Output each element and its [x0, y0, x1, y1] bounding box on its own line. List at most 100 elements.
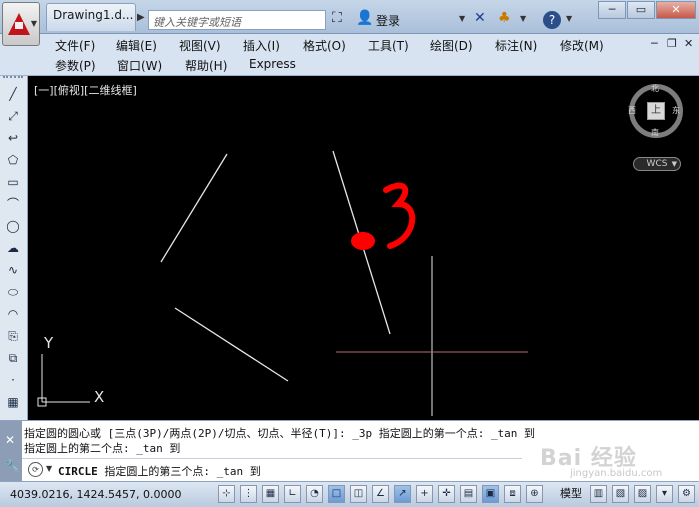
status-bar: 4039.0216, 1424.5457, 0.0000 ⊹ ⋮ ▦ ∟ ◔ □… — [0, 481, 699, 507]
a360-dropdown-icon[interactable]: ▼ — [520, 14, 526, 23]
object-snap-tracking-icon[interactable]: ∠ — [372, 485, 389, 503]
drawn-line-3[interactable] — [174, 307, 289, 382]
chevron-down-icon: ▼ — [30, 19, 37, 28]
drawing-svg: Y X — [37, 150, 528, 416]
drawing-area[interactable]: Y X [一][俯视][二维线框] 北 南 东 西 上 WCS ▼ — [28, 76, 699, 420]
snap-mode-icon[interactable]: ⋮ — [240, 485, 257, 503]
close-icon[interactable]: ✕ — [5, 433, 15, 447]
ellipse-arc-icon[interactable]: ◠ — [3, 304, 23, 324]
annotation-scale-icon[interactable]: ▾ — [656, 485, 673, 503]
menu-express[interactable]: Express — [249, 57, 296, 71]
recent-commands-dropdown-icon[interactable]: ▼ — [46, 464, 52, 473]
a360-icon[interactable]: ♣ — [498, 10, 511, 26]
quick-view-layouts-icon[interactable]: ▧ — [612, 485, 629, 503]
circle-icon[interactable]: ◯ — [3, 216, 23, 236]
viewcube[interactable]: 北 南 东 西 上 — [628, 83, 683, 138]
quick-properties-icon[interactable]: ▣ — [482, 485, 499, 503]
grid-display-icon[interactable]: ▦ — [262, 485, 279, 503]
command-history-line-2: 指定圆上的第二个点: _tan 到 — [24, 442, 181, 455]
command-active-prompt: CIRCLE 指定圆上的第三个点: _tan 到 — [58, 463, 261, 479]
binoculars-icon[interactable]: ⛶ — [332, 10, 342, 26]
command-history-line-1: 指定圆的圆心或 [三点(3P)/两点(2P)/切点、切点、半径(T)]: _3p… — [24, 427, 536, 440]
insert-block-icon[interactable]: ⎘ — [3, 326, 23, 346]
wcs-menu[interactable]: WCS ▼ — [633, 157, 681, 171]
red-dot-marker — [351, 232, 375, 250]
document-tab[interactable]: Drawing1.d... — [46, 3, 136, 31]
mdi-minimize-button[interactable]: ─ — [651, 37, 658, 50]
wrench-icon[interactable]: 🔧 — [5, 459, 20, 473]
play-arrow-icon[interactable]: ▶ — [137, 12, 145, 23]
revision-cloud-icon[interactable]: ☁ — [3, 238, 23, 258]
ortho-mode-icon[interactable]: ∟ — [284, 485, 301, 503]
viewcube-top-face[interactable]: 上 — [647, 102, 665, 120]
menu-help[interactable]: 帮助(H) — [185, 57, 227, 74]
command-input[interactable]: ⟳ ▼ CIRCLE 指定圆上的第三个点: _tan 到 — [22, 458, 522, 480]
construction-line-icon[interactable]: ⤢ — [3, 106, 23, 126]
menu-edit[interactable]: 编辑(E) — [116, 37, 157, 54]
viewcube-east[interactable]: 东 — [672, 105, 680, 116]
wcs-label: WCS — [646, 159, 668, 169]
menu-file[interactable]: 文件(F) — [55, 37, 95, 54]
point-icon[interactable]: · — [3, 370, 23, 390]
coordinate-readout[interactable]: 4039.0216, 1424.5457, 0.0000 — [10, 488, 181, 501]
menu-view[interactable]: 视图(V) — [179, 37, 221, 54]
ellipse-icon[interactable]: ⬭ — [3, 282, 23, 302]
close-button[interactable]: ✕ — [656, 1, 696, 19]
workspace-switching-icon[interactable]: ⚙ — [678, 485, 695, 503]
object-snap-icon[interactable]: □ — [328, 485, 345, 503]
3d-object-snap-icon[interactable]: ◫ — [350, 485, 367, 503]
viewport-controls-label[interactable]: [一][俯视][二维线框] — [34, 82, 137, 98]
make-block-icon[interactable]: ⧉ — [3, 348, 23, 368]
menu-parametric[interactable]: 参数(P) — [55, 57, 96, 74]
mdi-restore-button[interactable]: ❐ — [667, 37, 677, 50]
autocad-window: ▼ Drawing1.d... ▶ 键入关键字或短语 ⛶ 👤 登录 ▼ ✕ ♣ … — [0, 0, 699, 507]
command-prompt-icon[interactable]: ⟳ — [28, 462, 43, 477]
arc-icon[interactable]: ⌒ — [3, 194, 23, 214]
menu-dimension[interactable]: 标注(N) — [495, 37, 537, 54]
quick-view-drawings-icon[interactable]: ▨ — [634, 485, 651, 503]
user-icon[interactable]: 👤 — [356, 10, 373, 26]
spline-icon[interactable]: ∿ — [3, 260, 23, 280]
command-window: ✕ 🔧 指定圆的圆心或 [三点(3P)/两点(2P)/切点、切点、半径(T)]:… — [0, 420, 699, 482]
layout-icon[interactable]: ▥ — [590, 485, 607, 503]
model-space-button[interactable]: 模型 — [556, 485, 586, 503]
viewcube-west[interactable]: 西 — [628, 105, 636, 116]
annotation-monitor-icon[interactable]: ⊕ — [526, 485, 543, 503]
help-icon[interactable]: ? — [543, 11, 561, 29]
chevron-down-icon: ▼ — [671, 160, 677, 168]
login-link[interactable]: 登录 — [376, 12, 400, 29]
polar-tracking-icon[interactable]: ◔ — [306, 485, 323, 503]
minimize-button[interactable]: ─ — [598, 1, 626, 19]
menu-insert[interactable]: 插入(I) — [243, 37, 280, 54]
viewcube-north[interactable]: 北 — [651, 83, 659, 94]
exchange-icon[interactable]: ✕ — [474, 10, 486, 26]
search-input[interactable]: 键入关键字或短语 — [148, 10, 326, 30]
menu-format[interactable]: 格式(O) — [303, 37, 346, 54]
dynamic-ucs-icon[interactable]: ↗ — [394, 485, 411, 503]
polyline-icon[interactable]: ↩ — [3, 128, 23, 148]
lineweight-icon[interactable]: ✛ — [438, 485, 455, 503]
ucs-y-label: Y — [43, 334, 54, 352]
menu-tools[interactable]: 工具(T) — [368, 37, 409, 54]
command-keyword: CIRCLE — [58, 465, 98, 478]
rectangle-icon[interactable]: ▭ — [3, 172, 23, 192]
login-dropdown-icon[interactable]: ▼ — [459, 14, 465, 23]
command-prompt-text: 指定圆上的第三个点: _tan 到 — [104, 465, 261, 478]
restore-button[interactable]: ▭ — [627, 1, 655, 19]
infer-constraints-icon[interactable]: ⊹ — [218, 485, 235, 503]
line-icon[interactable]: ╱ — [3, 84, 23, 104]
toolbar-grip[interactable] — [3, 76, 23, 80]
menu-draw[interactable]: 绘图(D) — [430, 37, 473, 54]
selection-cycling-icon[interactable]: ⧈ — [504, 485, 521, 503]
application-menu-button[interactable]: ▼ — [2, 2, 40, 46]
drawn-line-1[interactable] — [160, 153, 228, 263]
hatch-icon[interactable]: ▦ — [3, 392, 23, 412]
dynamic-input-icon[interactable]: + — [416, 485, 433, 503]
menu-modify[interactable]: 修改(M) — [560, 37, 604, 54]
menu-window[interactable]: 窗口(W) — [117, 57, 162, 74]
transparency-icon[interactable]: ▤ — [460, 485, 477, 503]
mdi-close-button[interactable]: ✕ — [684, 37, 693, 50]
help-dropdown-icon[interactable]: ▼ — [566, 14, 572, 23]
viewcube-south[interactable]: 南 — [651, 127, 659, 138]
polygon-icon[interactable]: ⬠ — [3, 150, 23, 170]
